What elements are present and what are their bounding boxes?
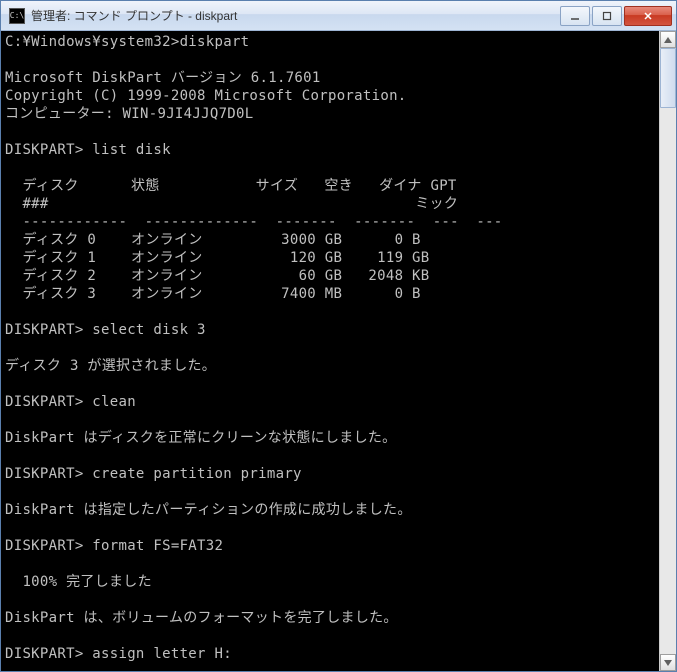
- content-area: C:¥Windows¥system32>diskpart Microsoft D…: [1, 31, 676, 671]
- minimize-icon: [570, 11, 580, 21]
- window-controls: [558, 6, 672, 26]
- titlebar[interactable]: C:\ 管理者: コマンド プロンプト - diskpart: [1, 1, 676, 31]
- minimize-button[interactable]: [560, 6, 590, 26]
- scroll-thumb[interactable]: [660, 48, 676, 108]
- app-icon: C:\: [9, 8, 25, 24]
- maximize-icon: [602, 11, 612, 21]
- scroll-down-button[interactable]: [660, 654, 676, 671]
- chevron-down-icon: [664, 660, 672, 666]
- close-button[interactable]: [624, 6, 672, 26]
- scroll-track[interactable]: [660, 48, 676, 654]
- chevron-up-icon: [664, 37, 672, 43]
- window-title: 管理者: コマンド プロンプト - diskpart: [31, 7, 558, 24]
- vertical-scrollbar[interactable]: [659, 31, 676, 671]
- terminal-output[interactable]: C:¥Windows¥system32>diskpart Microsoft D…: [1, 31, 659, 671]
- close-icon: [643, 11, 653, 21]
- maximize-button[interactable]: [592, 6, 622, 26]
- command-prompt-window: C:\ 管理者: コマンド プロンプト - diskpart C:¥Window…: [0, 0, 677, 672]
- scroll-up-button[interactable]: [660, 31, 676, 48]
